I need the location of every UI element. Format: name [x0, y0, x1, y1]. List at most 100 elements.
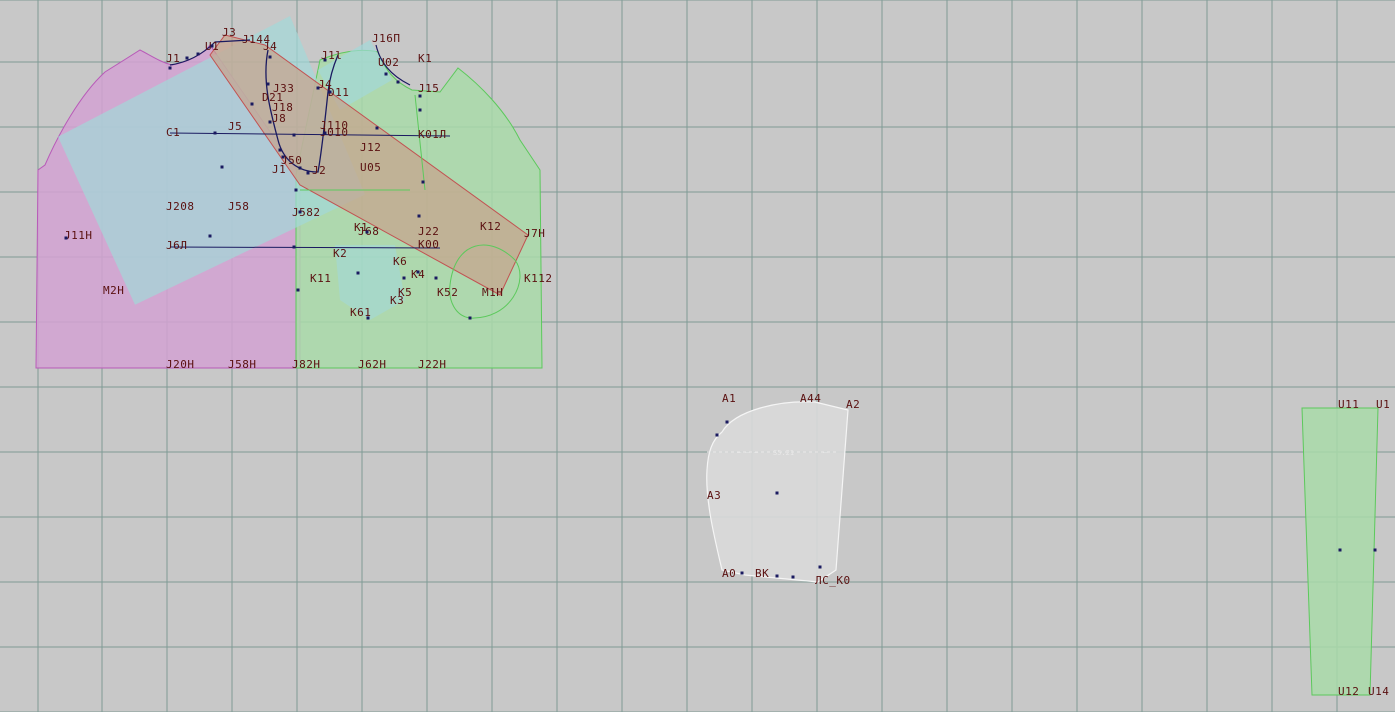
- small-square-point-icon[interactable]: [298, 210, 302, 214]
- pattern-point-label[interactable]: J3: [222, 26, 236, 39]
- small-square-point-icon[interactable]: [292, 133, 296, 137]
- small-square-point-icon[interactable]: [208, 234, 212, 238]
- pattern-point-label[interactable]: K00: [418, 238, 439, 251]
- pattern-point-label[interactable]: J58: [228, 200, 249, 213]
- pattern-point-label[interactable]: U11: [1338, 398, 1359, 411]
- small-square-point-icon[interactable]: [434, 276, 438, 280]
- small-square-point-icon[interactable]: [402, 276, 406, 280]
- pattern-point-label[interactable]: K3: [390, 294, 404, 307]
- pattern-point-label[interactable]: K11: [310, 272, 331, 285]
- pattern-point-label[interactable]: S5.21: [773, 449, 794, 457]
- pattern-point-label[interactable]: J22H: [418, 358, 447, 371]
- small-square-point-icon[interactable]: [294, 188, 298, 192]
- small-square-point-icon[interactable]: [323, 58, 327, 62]
- pattern-point-label[interactable]: J11H: [64, 229, 93, 242]
- pattern-point-label[interactable]: K1: [418, 52, 432, 65]
- small-square-point-icon[interactable]: [266, 82, 270, 86]
- pattern-point-label[interactable]: J58H: [228, 358, 257, 371]
- small-square-point-icon[interactable]: [740, 571, 744, 575]
- pattern-point-label[interactable]: J6Л: [166, 239, 187, 252]
- small-square-point-icon[interactable]: [818, 565, 822, 569]
- small-square-point-icon[interactable]: [725, 420, 729, 424]
- main-garment-pattern[interactable]: J3J144J4U1J1J1lJ16ПU02K1J15J33D21J18J8J4…: [35, 15, 553, 371]
- small-square-point-icon[interactable]: [316, 86, 320, 90]
- small-white-piece[interactable]: A1 A44 A2 A3 A0 BK ЛC_K0 ─ ─ ─ S5.21 ─: [706, 392, 861, 587]
- pattern-point-label[interactable]: A2: [846, 398, 860, 411]
- small-square-point-icon[interactable]: [328, 90, 332, 94]
- small-square-point-icon[interactable]: [64, 236, 68, 240]
- pattern-point-label[interactable]: J20H: [166, 358, 195, 371]
- pattern-point-label[interactable]: K4: [411, 268, 425, 281]
- pattern-point-label[interactable]: BK: [755, 567, 769, 580]
- pattern-point-label[interactable]: J208: [166, 200, 195, 213]
- small-square-point-icon[interactable]: [185, 56, 189, 60]
- small-square-point-icon[interactable]: [791, 575, 795, 579]
- pattern-point-label[interactable]: J16П: [372, 32, 401, 45]
- pattern-point-label[interactable]: K01Л: [418, 128, 447, 141]
- pattern-point-label[interactable]: J12: [360, 141, 381, 154]
- small-square-point-icon[interactable]: [196, 52, 200, 56]
- small-square-point-icon[interactable]: [268, 120, 272, 124]
- small-square-point-icon[interactable]: [375, 126, 379, 130]
- small-square-point-icon[interactable]: [292, 245, 296, 249]
- small-square-point-icon[interactable]: [356, 271, 360, 275]
- pattern-point-label[interactable]: K12: [480, 220, 501, 233]
- pattern-point-label[interactable]: U1: [1376, 398, 1390, 411]
- pattern-point-label[interactable]: J1: [272, 163, 286, 176]
- small-square-point-icon[interactable]: [250, 102, 254, 106]
- pattern-point-label[interactable]: J4: [263, 40, 277, 53]
- small-square-point-icon[interactable]: [366, 316, 370, 320]
- green-strip-piece[interactable]: U11 U1 U12 U14: [1301, 398, 1390, 698]
- small-square-point-icon[interactable]: [168, 66, 172, 70]
- small-square-point-icon[interactable]: [268, 55, 272, 59]
- pattern-point-label[interactable]: ─: [822, 449, 828, 457]
- small-square-point-icon[interactable]: [468, 316, 472, 320]
- small-square-point-icon[interactable]: [775, 574, 779, 578]
- small-square-point-icon[interactable]: [1338, 548, 1342, 552]
- pattern-point-label[interactable]: J582: [292, 206, 321, 219]
- pattern-point-label[interactable]: K52: [437, 286, 458, 299]
- small-square-point-icon[interactable]: [418, 94, 422, 98]
- pattern-point-label[interactable]: C1: [166, 126, 180, 139]
- small-square-point-icon[interactable]: [365, 230, 369, 234]
- pattern-point-label[interactable]: U14: [1368, 685, 1389, 698]
- pattern-point-label[interactable]: A0: [722, 567, 736, 580]
- small-square-point-icon[interactable]: [1373, 548, 1377, 552]
- small-square-point-icon[interactable]: [416, 270, 420, 274]
- small-square-point-icon[interactable]: [298, 166, 302, 170]
- pattern-point-label[interactable]: K6: [393, 255, 407, 268]
- pattern-point-label[interactable]: J2: [312, 164, 326, 177]
- pattern-point-label[interactable]: M2H: [103, 284, 124, 297]
- pattern-point-label[interactable]: ─ ─ ─: [736, 449, 759, 457]
- pattern-point-label[interactable]: J62H: [358, 358, 387, 371]
- small-square-point-icon[interactable]: [296, 288, 300, 292]
- pattern-point-label[interactable]: M1H: [482, 286, 503, 299]
- pattern-point-label[interactable]: J7H: [524, 227, 545, 240]
- pattern-point-label[interactable]: U02: [378, 56, 399, 69]
- small-square-point-icon[interactable]: [323, 131, 327, 135]
- small-square-point-icon[interactable]: [775, 491, 779, 495]
- pattern-drafting-canvas[interactable]: J3J144J4U1J1J1lJ16ПU02K1J15J33D21J18J8J4…: [0, 0, 1395, 712]
- small-square-point-icon[interactable]: [715, 433, 719, 437]
- small-square-point-icon[interactable]: [210, 44, 214, 48]
- pattern-point-label[interactable]: A1: [722, 392, 736, 405]
- pattern-point-label[interactable]: A3: [707, 489, 721, 502]
- small-square-point-icon[interactable]: [278, 148, 282, 152]
- pattern-point-label[interactable]: J8: [272, 112, 286, 125]
- small-square-point-icon[interactable]: [306, 171, 310, 175]
- pattern-point-label[interactable]: U12: [1338, 685, 1359, 698]
- pattern-point-label[interactable]: J15: [418, 82, 439, 95]
- small-square-point-icon[interactable]: [396, 80, 400, 84]
- small-square-point-icon[interactable]: [421, 180, 425, 184]
- pattern-point-label[interactable]: J5: [228, 120, 242, 133]
- pattern-point-label[interactable]: K2: [333, 247, 347, 260]
- pattern-point-label[interactable]: J82H: [292, 358, 321, 371]
- small-square-point-icon[interactable]: [384, 72, 388, 76]
- pattern-point-label[interactable]: K112: [524, 272, 553, 285]
- pattern-point-label[interactable]: ЛC_K0: [815, 574, 851, 587]
- small-square-point-icon[interactable]: [417, 214, 421, 218]
- pattern-point-label[interactable]: A44: [800, 392, 821, 405]
- pattern-point-label[interactable]: U05: [360, 161, 381, 174]
- pattern-point-label[interactable]: J1: [166, 52, 180, 65]
- small-square-point-icon[interactable]: [220, 165, 224, 169]
